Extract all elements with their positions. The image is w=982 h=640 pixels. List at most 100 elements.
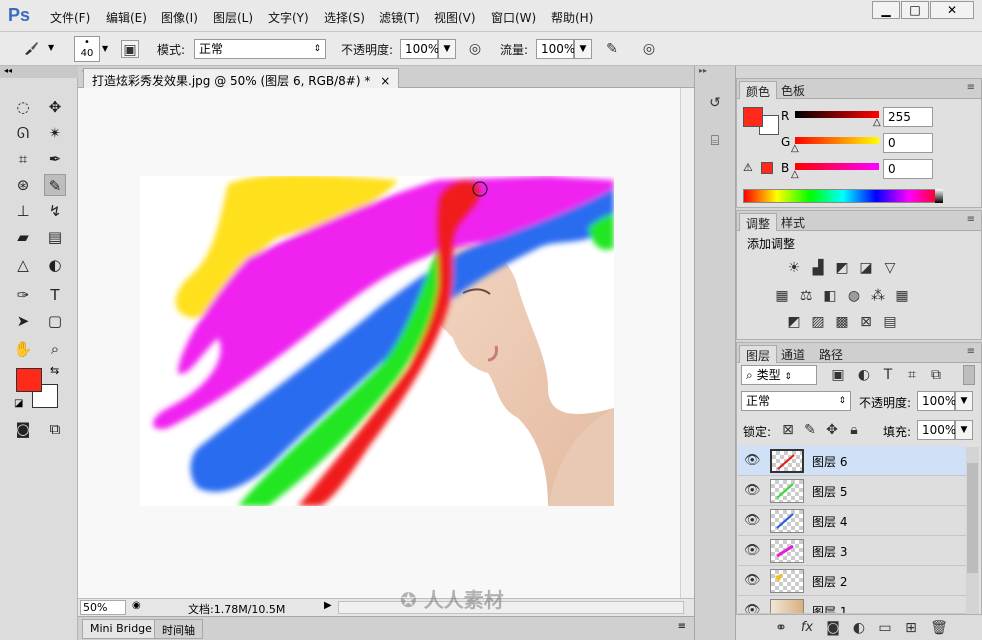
brush-panel-toggle-icon[interactable]: ▣ (121, 40, 139, 58)
layers-panel-menu-icon[interactable]: ≡ (967, 346, 975, 357)
selective-color-icon[interactable]: ⊠ (857, 313, 875, 331)
tab-color[interactable]: 颜色 (739, 81, 778, 99)
photo-filter-icon[interactable]: ◍ (845, 287, 863, 305)
fill-dropdown-icon[interactable]: ▼ (955, 420, 973, 440)
color-lookup-icon[interactable]: ▦ (893, 287, 911, 305)
menu-window[interactable]: 窗口(W) (491, 9, 536, 26)
dodge-tool-icon[interactable]: ◐ (44, 254, 66, 276)
swap-colors-icon[interactable]: ⇆ (50, 364, 59, 377)
tab-adjustments[interactable]: 调整 (739, 213, 778, 231)
minimize-button[interactable]: ▁ (872, 1, 900, 19)
r-slider[interactable] (795, 111, 879, 118)
brightness-contrast-icon[interactable]: ☀ (785, 259, 803, 277)
new-adjustment-layer-icon[interactable]: ◐ (850, 619, 868, 637)
menu-layer[interactable]: 图层(L) (213, 9, 253, 26)
move-tool-icon[interactable]: ✥ (44, 96, 66, 118)
menu-select[interactable]: 选择(S) (324, 9, 365, 26)
lock-position-icon[interactable]: ✥ (823, 421, 841, 439)
adjustments-panel-menu-icon[interactable]: ≡ (967, 214, 975, 225)
menu-filter[interactable]: 滤镜(T) (379, 9, 420, 26)
properties-panel-icon[interactable]: ⌸ (706, 132, 724, 150)
color-spectrum-bar[interactable] (743, 189, 943, 203)
pressure-opacity-icon[interactable]: ◎ (466, 40, 484, 58)
visibility-eye-icon[interactable]: 👁︎ (744, 603, 761, 613)
add-mask-icon[interactable]: ◙ (824, 619, 842, 637)
layers-scroll-thumb[interactable] (967, 463, 978, 573)
history-panel-icon[interactable]: ↺ (706, 94, 724, 112)
r-slider-handle-icon[interactable]: △ (873, 117, 881, 128)
layers-scrollbar[interactable] (965, 447, 979, 617)
black-white-icon[interactable]: ◧ (821, 287, 839, 305)
brush-tool-preset-icon[interactable] (22, 39, 40, 57)
g-slider-handle-icon[interactable]: △ (791, 143, 799, 154)
pressure-size-icon[interactable]: ◎ (640, 40, 658, 58)
pen-tool-icon[interactable]: ✑ (12, 284, 34, 306)
exposure-icon[interactable]: ◪ (857, 259, 875, 277)
screen-mode-icon[interactable]: ⧉ (44, 418, 66, 440)
tab-channels[interactable]: 通道 (775, 345, 811, 363)
flow-input[interactable]: 100% (536, 39, 575, 59)
layer-row-4[interactable]: 👁︎ 图层 4 (738, 506, 966, 536)
clone-stamp-tool-icon[interactable]: ⊥ (12, 200, 34, 222)
layer-row-1[interactable]: 👁︎ 图层 1 (738, 596, 966, 614)
fill-input[interactable]: 100% (917, 420, 956, 440)
b-slider-handle-icon[interactable]: △ (791, 169, 799, 180)
layer-opacity-input[interactable]: 100% (917, 391, 956, 411)
hand-tool-icon[interactable]: ✋ (12, 338, 34, 360)
vertical-scrollbar[interactable] (680, 88, 694, 598)
levels-icon[interactable]: ▟ (809, 259, 827, 277)
close-document-icon[interactable]: × (380, 74, 390, 88)
new-group-icon[interactable]: ▭ (876, 619, 894, 637)
brush-size-picker[interactable]: • 40 (74, 36, 100, 62)
lasso-tool-icon[interactable]: ᘏ (12, 122, 34, 144)
gamut-warning-icon[interactable]: ⚠ (743, 161, 753, 174)
channel-mixer-icon[interactable]: ⁂ (869, 287, 887, 305)
fx-button[interactable]: fx (798, 619, 816, 637)
layer-row-6[interactable]: 👁︎ 图层 6 (738, 446, 966, 476)
layer-opacity-dropdown-icon[interactable]: ▼ (955, 391, 973, 411)
preset-dropdown-icon[interactable]: ▼ (48, 43, 54, 52)
opacity-input[interactable]: 100% (400, 39, 439, 59)
vibrance-icon[interactable]: ▽ (881, 259, 899, 277)
canvas-area[interactable] (78, 88, 680, 598)
dock-collapse-icon[interactable]: ▸▸ (695, 66, 735, 76)
tab-timeline[interactable]: 时间轴 (154, 619, 203, 639)
color-panel-menu-icon[interactable]: ≡ (967, 82, 975, 93)
link-layers-icon[interactable]: ⚭ (772, 619, 790, 637)
r-input[interactable]: 255 (883, 107, 933, 127)
color-balance-icon[interactable]: ⚖ (797, 287, 815, 305)
layer-row-5[interactable]: 👁︎ 图层 5 (738, 476, 966, 506)
status-camera-icon[interactable]: ◉ (132, 600, 141, 611)
quick-mask-icon[interactable]: ◙ (12, 418, 34, 440)
filter-type-icon[interactable]: T (879, 366, 897, 384)
mode-select[interactable]: 正常 ⇕ (194, 39, 326, 59)
visibility-eye-icon[interactable]: 👁︎ (744, 453, 761, 468)
document-tab[interactable]: 打造炫彩秀发效果.jpg @ 50% (图层 6, RGB/8#) * × (83, 68, 400, 88)
new-layer-icon[interactable]: ⊞ (902, 619, 920, 637)
maximize-button[interactable]: □ (901, 1, 929, 19)
g-input[interactable]: 0 (883, 133, 933, 153)
visibility-eye-icon[interactable]: 👁︎ (744, 543, 761, 558)
lock-image-icon[interactable]: ✎ (801, 421, 819, 439)
layer-row-3[interactable]: 👁︎ 图层 3 (738, 536, 966, 566)
filter-adjustment-icon[interactable]: ◐ (855, 366, 873, 384)
spectrum-bw-bar[interactable] (935, 189, 943, 203)
layer-name[interactable]: 图层 2 (812, 573, 847, 590)
tab-layers[interactable]: 图层 (739, 345, 778, 363)
g-slider[interactable] (795, 137, 879, 144)
magic-wand-tool-icon[interactable]: ✴ (44, 122, 66, 144)
gradient-map-icon[interactable]: ▤ (881, 313, 899, 331)
gamut-swatch[interactable] (761, 162, 773, 174)
visibility-eye-icon[interactable]: 👁︎ (744, 573, 761, 588)
marquee-tool-icon[interactable]: ◌ (12, 96, 34, 118)
layer-name[interactable]: 图层 5 (812, 483, 847, 500)
eraser-tool-icon[interactable]: ▰ (12, 226, 34, 248)
menu-help[interactable]: 帮助(H) (551, 9, 593, 26)
eyedropper-tool-icon[interactable]: ✒ (44, 148, 66, 170)
b-input[interactable]: 0 (883, 159, 933, 179)
layer-name[interactable]: 图层 3 (812, 543, 847, 560)
visibility-eye-icon[interactable]: 👁︎ (744, 483, 761, 498)
tab-mini-bridge[interactable]: Mini Bridge (82, 619, 160, 639)
invert-icon[interactable]: ◩ (785, 313, 803, 331)
artwork-canvas[interactable] (78, 88, 680, 598)
